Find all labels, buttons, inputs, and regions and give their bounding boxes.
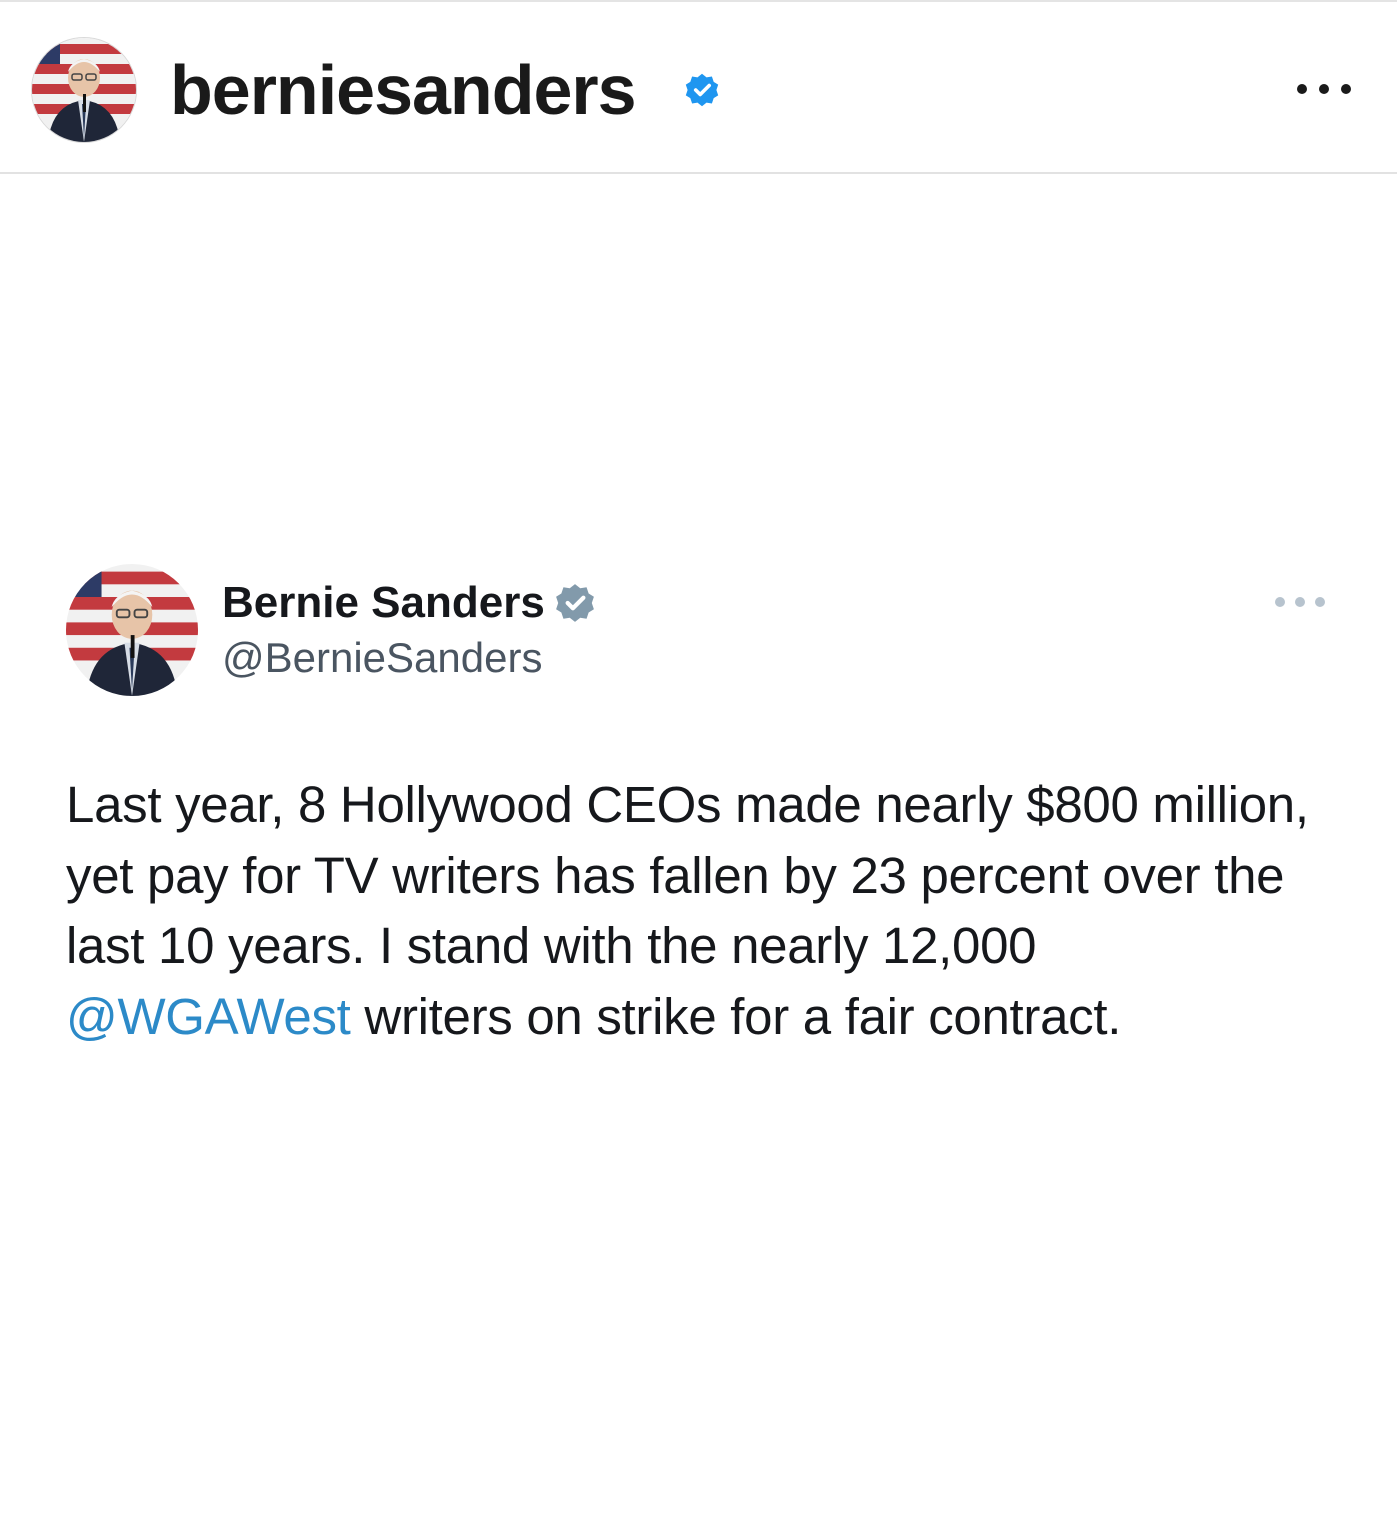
tweet-line-3: last 10 years. I stand with the nearly 1… [66,917,1037,974]
verified-badge-icon [685,73,719,107]
more-horizontal-icon[interactable] [1272,590,1328,614]
more-horizontal-icon[interactable] [1292,72,1356,106]
tweet-author-name[interactable]: Bernie Sanders [222,576,545,630]
tweet-author-avatar[interactable] [66,564,198,696]
tweet-line-4: @WGAWest writers on strike for a fair co… [66,982,1366,1053]
profile-avatar[interactable] [32,38,136,142]
tweet-line-1: Last year, 8 Hollywood CEOs made nearly … [66,776,1309,833]
tweet-line-2: yet pay for TV writers has fallen by 23 … [66,846,1285,904]
tweet-line-4-text: writers on strike for a fair contract. [350,987,1122,1045]
tweet-body: Last year, 8 Hollywood CEOs made nearly … [66,770,1366,1052]
profile-username[interactable]: berniesanders [170,48,637,132]
post-header: berniesanders [0,2,1397,174]
tweet-author-handle[interactable]: @BernieSanders [222,632,542,684]
mention-link[interactable]: @WGAWest [66,988,351,1045]
verified-badge-icon [556,584,594,622]
